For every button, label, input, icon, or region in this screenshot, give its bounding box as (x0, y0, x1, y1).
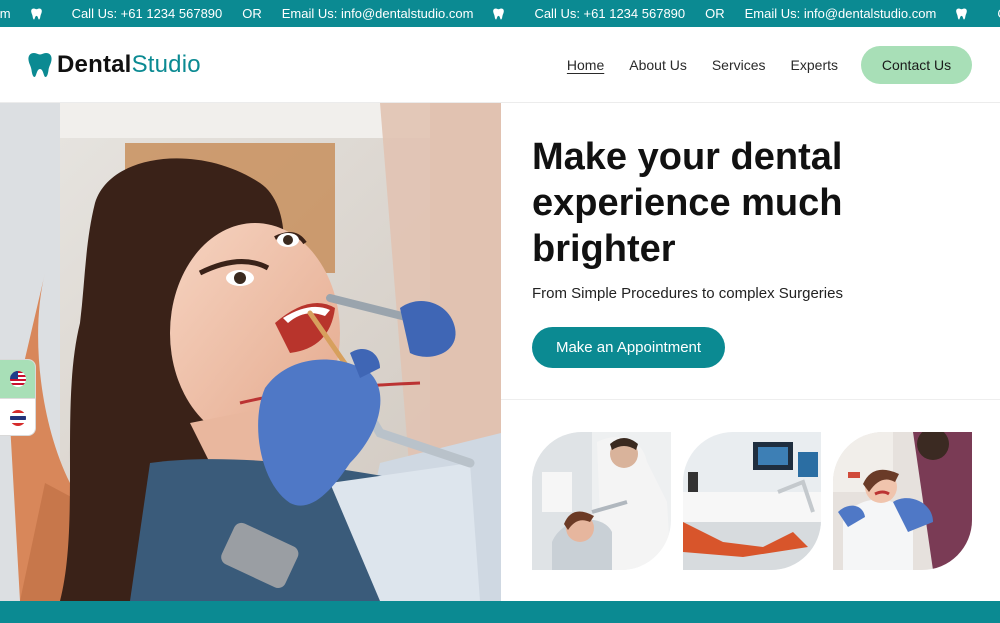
nav-home[interactable]: Home (567, 57, 604, 73)
top-contact-marquee: com Call Us: +61 1234 567890 OR Email Us: i… (0, 0, 1000, 27)
tooth-icon (30, 8, 42, 20)
hero-image-patient-dentist (0, 103, 501, 601)
logo-studio: Studio (131, 51, 201, 78)
us-flag-icon (9, 371, 26, 387)
marquee-text: Call Us: +61 1234 567890 (534, 6, 686, 21)
main-nav: Home About Us Services Experts Contact U… (542, 46, 972, 84)
hero-title: Make your dental experience much brighte… (532, 136, 843, 270)
marquee-track: com Call Us: +61 1234 567890 OR Email Us: i… (0, 0, 1000, 27)
marquee-text: Call Us: +61 1234 567890 (71, 6, 223, 21)
tooth-icon (493, 8, 505, 20)
gallery-thumbnail (833, 432, 972, 570)
nav-about-us[interactable]: About Us (629, 57, 687, 73)
tooth-icon (28, 53, 52, 77)
marquee-text: Call Us (987, 0, 1000, 27)
contact-us-button[interactable]: Contact Us (861, 46, 972, 84)
site-header: DentalStudio Home About Us Services Expe… (0, 27, 1000, 103)
marquee-text: OR (242, 6, 262, 21)
gallery-thumbnail (683, 432, 821, 570)
logo-text: DentalStudio (57, 51, 201, 79)
thai-flag-icon (9, 409, 26, 426)
site-logo[interactable]: DentalStudio (28, 51, 201, 79)
logo-dental: Dental (57, 51, 132, 78)
gallery-thumbnail (532, 432, 671, 570)
nav-services[interactable]: Services (712, 57, 766, 73)
marquee-text: com (0, 6, 11, 21)
nav-experts[interactable]: Experts (791, 57, 838, 73)
bottom-accent-bar (0, 601, 1000, 623)
tooth-icon (956, 8, 968, 20)
language-option-us[interactable] (0, 360, 35, 398)
language-switcher (0, 359, 36, 436)
marquee-text: OR (705, 6, 725, 21)
marquee-text: Email Us: info@dentalstudio.com (744, 6, 937, 21)
marquee-text: Email Us: info@dentalstudio.com (281, 6, 474, 21)
language-option-thai[interactable] (0, 398, 35, 435)
make-appointment-button[interactable]: Make an Appointment (532, 327, 725, 368)
section-divider (501, 399, 1000, 400)
hero-subtitle: From Simple Procedures to complex Surger… (532, 285, 843, 302)
